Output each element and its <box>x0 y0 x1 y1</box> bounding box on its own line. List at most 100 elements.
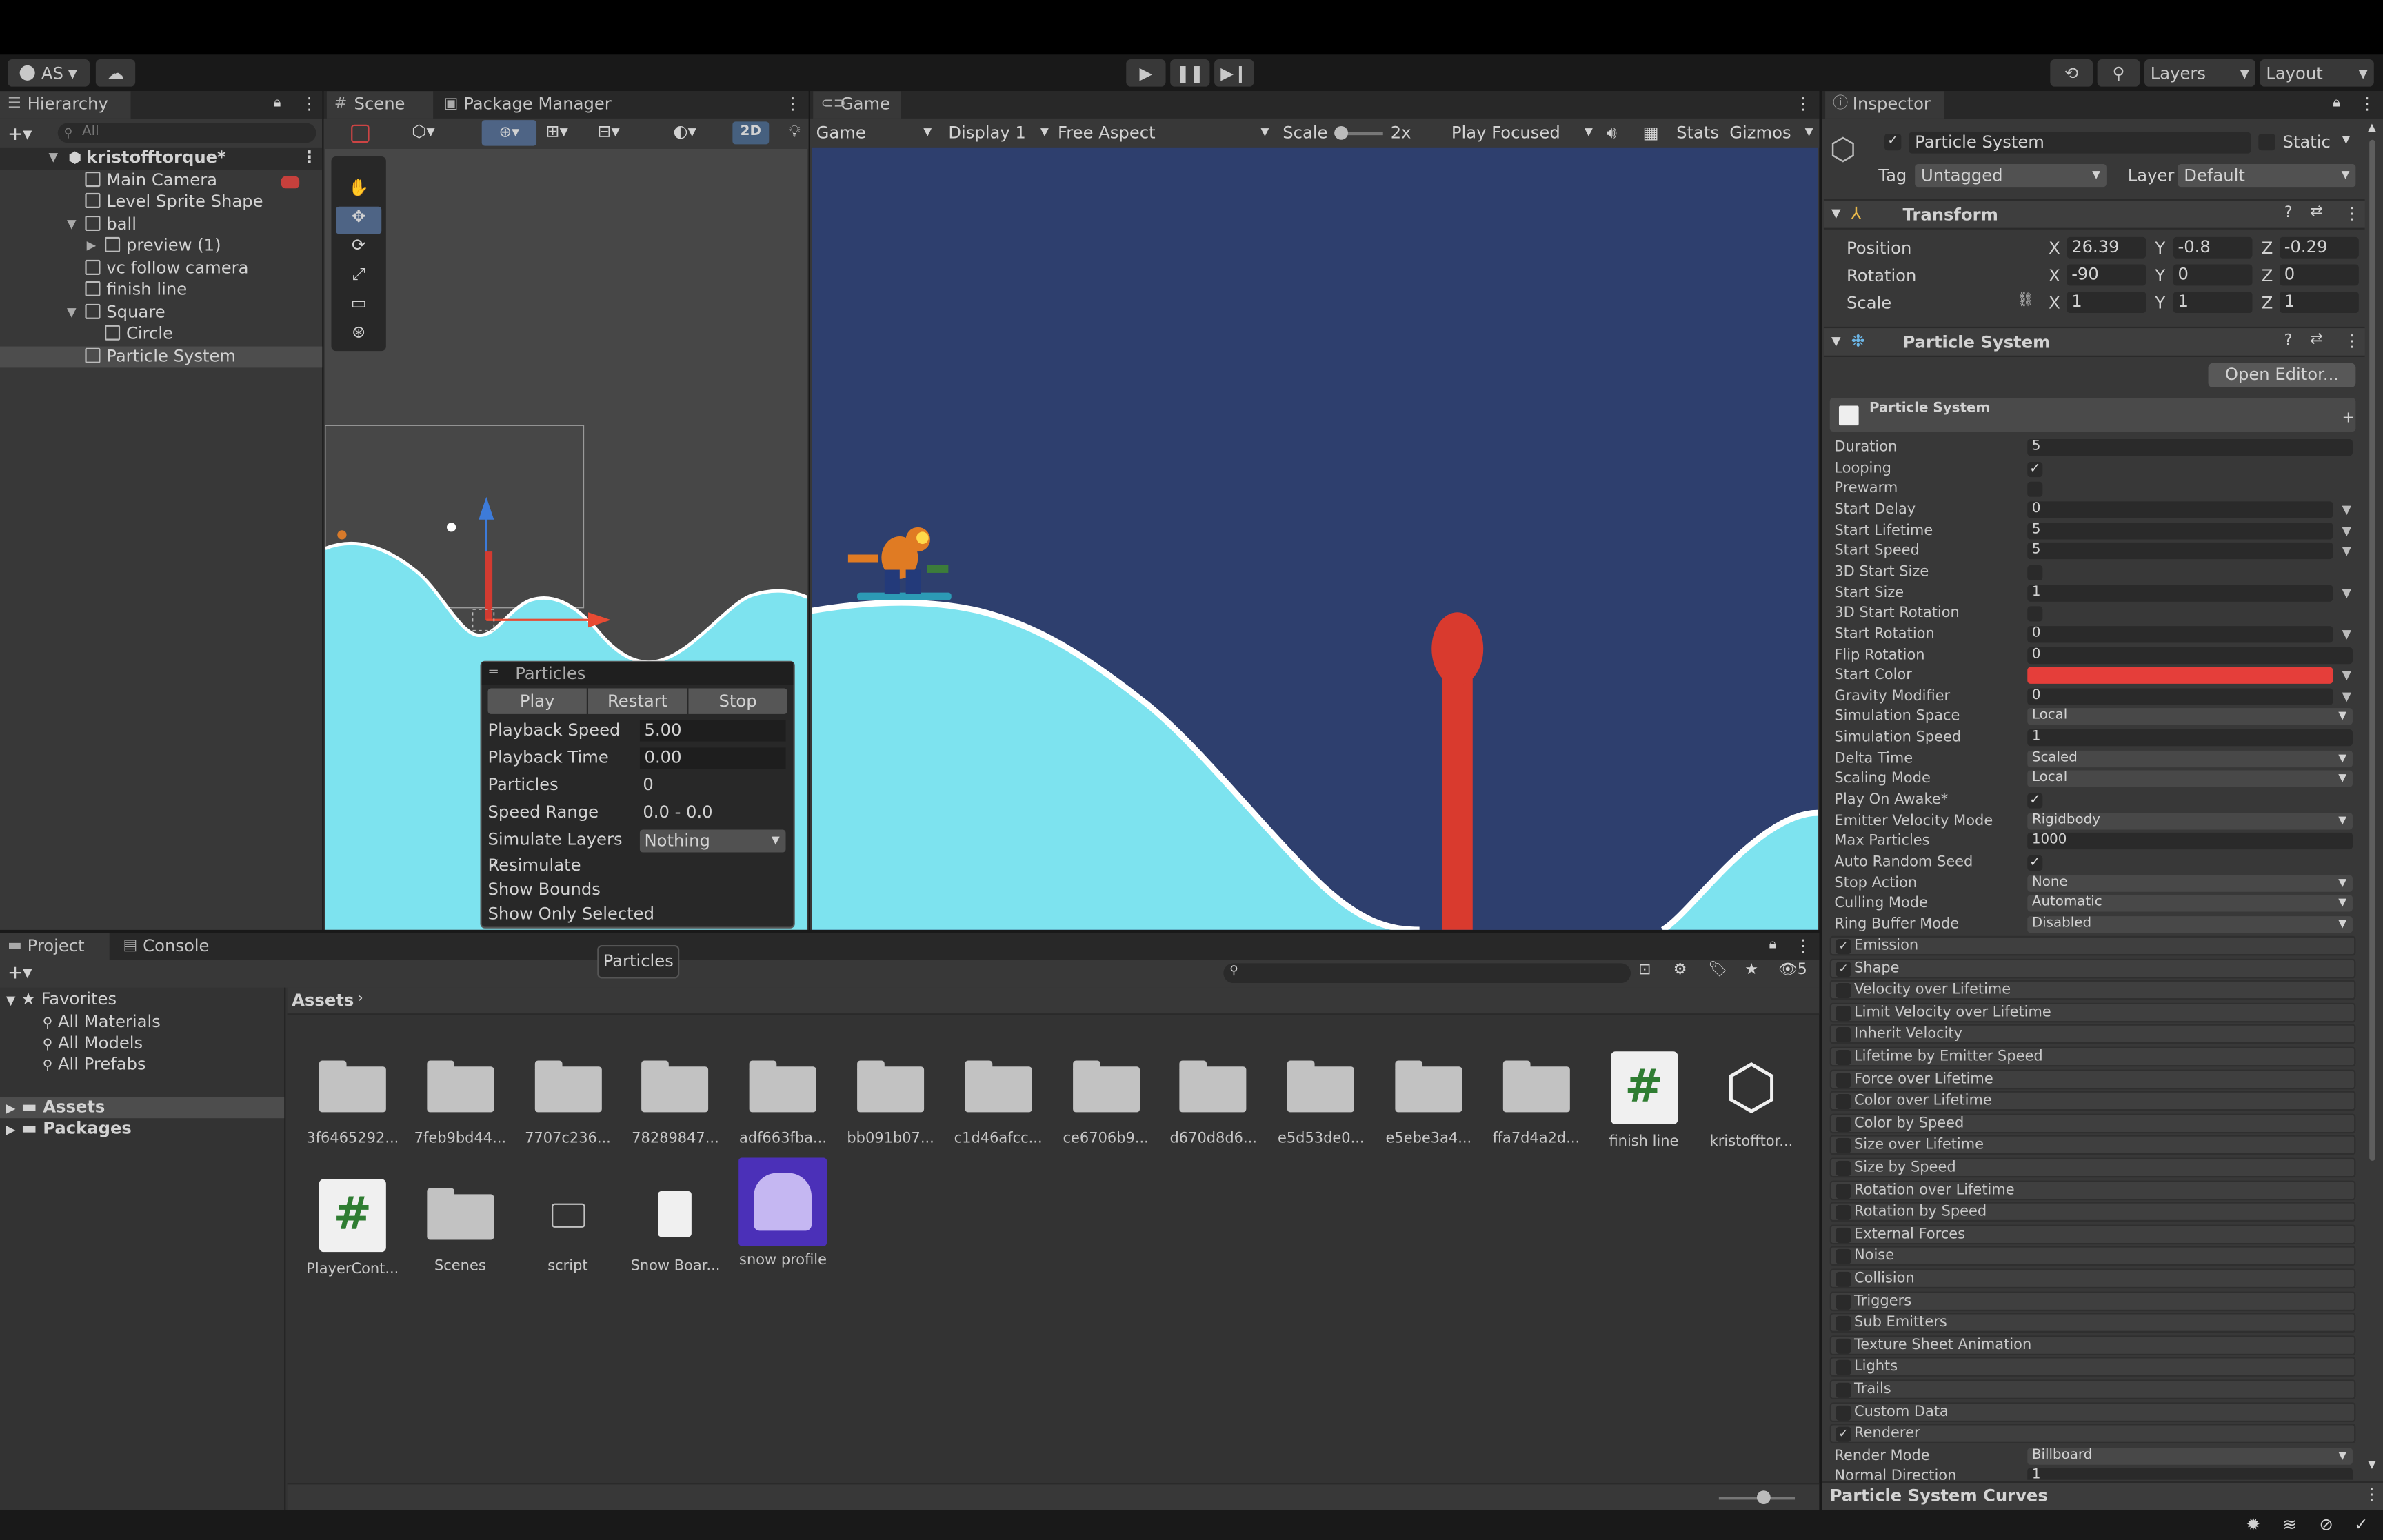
play-button[interactable]: ▶ <box>1126 59 1166 87</box>
prop-field[interactable]: 5 <box>2027 438 2353 456</box>
scale-x-field[interactable]: 1 <box>2067 292 2146 314</box>
star-icon[interactable]: ★ <box>1744 962 1758 978</box>
ps-module-collision[interactable]: Collision <box>1829 1268 2356 1289</box>
chevron-down-icon[interactable]: ▼ <box>2342 625 2352 645</box>
module-checkbox[interactable] <box>1836 1360 1851 1376</box>
ps-main-module-header[interactable]: Particle System + <box>1829 398 2356 432</box>
aspect-dropdown[interactable]: Free Aspect ▼ <box>1058 119 1269 148</box>
hierarchy-item-particle-system[interactable]: Particle System <box>0 345 323 368</box>
ps-module-texture-sheet-animation[interactable]: Texture Sheet Animation <box>1829 1335 2356 1355</box>
fold-icon[interactable]: ▼ <box>1831 334 1841 348</box>
prop-dropdown[interactable]: None ▼ <box>2027 874 2353 892</box>
prop-dropdown[interactable]: Scaled ▼ <box>2027 750 2353 767</box>
asset-item[interactable]: 3f6465292... <box>303 1060 403 1147</box>
more-icon[interactable]: ⋮ <box>2359 94 2375 114</box>
open-editor-button[interactable]: Open Editor... <box>2208 363 2356 388</box>
more-icon[interactable]: ⋮ <box>1795 936 1811 956</box>
layout-dropdown[interactable]: Layout ▼ <box>2260 59 2374 87</box>
prop-checkbox[interactable] <box>2027 482 2043 498</box>
simulate-layers-dropdown[interactable]: Nothing ▼ <box>639 829 786 853</box>
grid-snap-icon[interactable]: ⊞▾ <box>545 121 568 141</box>
cache-server-icon[interactable]: ≋ <box>2283 1514 2297 1534</box>
module-checkbox[interactable]: ✓ <box>1836 1427 1851 1443</box>
ps-module-triggers[interactable]: Triggers <box>1829 1290 2356 1311</box>
layers-dropdown[interactable]: Layers ▼ <box>2144 59 2255 87</box>
chevron-down-icon[interactable]: ▼ <box>2342 134 2351 146</box>
particle-system-header[interactable]: ▼ ❉ Particle System ? ⇄ ⋮ <box>1823 326 2365 357</box>
lock-icon[interactable]: 🔒︎ <box>1769 938 1777 953</box>
scroll-up-icon[interactable]: ▲ <box>2368 121 2376 134</box>
asset-item[interactable]: ce6706b9... <box>1056 1060 1156 1147</box>
mute-audio-icon[interactable]: 🔊︎ <box>1607 119 1617 148</box>
ps-module-rotation-by-speed[interactable]: Rotation by Speed <box>1829 1202 2356 1222</box>
hierarchy-search-input[interactable]: ⚲ All <box>57 123 316 143</box>
more-icon[interactable]: ⋮ <box>2363 1484 2380 1504</box>
more-icon[interactable]: ⋮ <box>1795 94 1811 114</box>
play-particles-button[interactable]: Play <box>487 688 587 714</box>
prop-field[interactable]: 1 <box>2027 729 2353 747</box>
transform-tool-icon[interactable]: ⊛ <box>336 322 381 349</box>
project-search-input[interactable]: ⚲ <box>1223 963 1631 984</box>
progress-icon[interactable]: ⊘ <box>2319 1514 2333 1534</box>
zoom-slider[interactable] <box>1718 1490 1796 1505</box>
tag-dropdown[interactable]: Untagged ▼ <box>1915 164 2107 188</box>
asset-item[interactable]: 78289847... <box>625 1060 725 1147</box>
gizmo-x-arrow[interactable] <box>587 612 612 628</box>
hand-tool-icon[interactable]: ✋ <box>336 178 381 205</box>
ps-module-sub-emitters[interactable]: Sub Emitters <box>1829 1313 2356 1333</box>
module-checkbox[interactable] <box>1836 983 1851 999</box>
ps-module-emission[interactable]: ✓ Emission <box>1829 935 2356 956</box>
account-button[interactable]: AS ▼ <box>8 59 90 87</box>
chevron-down-icon[interactable]: ▼ <box>2342 500 2352 520</box>
prop-field[interactable]: 0 <box>2027 688 2333 705</box>
start-color-swatch[interactable] <box>2027 667 2333 685</box>
search-button[interactable]: ⚲ <box>2097 59 2140 87</box>
rotation-z-field[interactable]: 0 <box>2280 264 2359 286</box>
module-checkbox[interactable] <box>1836 1404 1851 1420</box>
fold-right-icon[interactable]: ▶ <box>6 1102 16 1115</box>
asset-item[interactable]: c1d46afcc... <box>948 1060 1048 1147</box>
asset-item[interactable]: d670d8d6... <box>1163 1060 1263 1147</box>
ps-module-external-forces[interactable]: External Forces <box>1829 1224 2356 1244</box>
prop-dropdown[interactable]: Rigidbody ▼ <box>2027 812 2353 829</box>
prop-checkbox[interactable] <box>2027 606 2043 622</box>
asset-item[interactable]: adf663fba... <box>733 1060 833 1147</box>
toggle-2d-button[interactable]: 2D <box>732 121 770 145</box>
scale-z-field[interactable]: 1 <box>2280 292 2359 314</box>
module-checkbox[interactable] <box>1836 1271 1851 1287</box>
asset-item[interactable]: snow profile <box>733 1157 833 1268</box>
scale-tool-icon[interactable]: ⤢ <box>336 265 381 292</box>
hierarchy-item-square[interactable]: ▼ Square <box>0 302 322 324</box>
scroll-thumb[interactable] <box>2369 139 2376 1161</box>
module-checkbox[interactable] <box>1836 1227 1851 1243</box>
scene-row[interactable]: ▼ ⬢ kristofftorque* ⋮ <box>0 147 323 170</box>
rect-tool-icon[interactable]: ▭ <box>336 293 381 321</box>
debug-icon[interactable]: ✹ <box>2246 1514 2260 1534</box>
help-icon[interactable]: ? <box>2284 205 2293 222</box>
module-checkbox[interactable] <box>1836 1316 1851 1332</box>
ps-module-color-by-speed[interactable]: Color by Speed <box>1829 1113 2356 1133</box>
constrain-proportions-icon[interactable]: ⛓ <box>2017 293 2034 308</box>
asset-item[interactable]: Scenes <box>410 1188 510 1275</box>
more-icon[interactable]: ⋮ <box>301 94 317 114</box>
prop-checkbox[interactable] <box>2027 565 2043 580</box>
fold-icon[interactable]: ▼ <box>6 993 16 1007</box>
rotation-x-field[interactable]: -90 <box>2067 264 2146 286</box>
ps-module-shape[interactable]: ✓ Shape <box>1829 958 2356 978</box>
module-checkbox[interactable] <box>1836 1183 1851 1199</box>
module-checkbox[interactable] <box>1836 1249 1851 1265</box>
chevron-down-icon[interactable]: ▼ <box>2342 582 2352 603</box>
stats-button[interactable]: Stats <box>1676 119 1719 148</box>
search-by-label-icon[interactable]: ⚙ <box>1673 962 1687 978</box>
preset-icon[interactable]: ⇄ <box>2310 331 2322 347</box>
module-checkbox[interactable] <box>1836 1160 1851 1176</box>
prop-field[interactable]: 0 <box>2027 625 2333 642</box>
favorite-item[interactable]: ⚲ All Materials <box>43 1012 161 1032</box>
ps-module-rotation-over-lifetime[interactable]: Rotation over Lifetime <box>1829 1179 2356 1200</box>
asset-item[interactable]: 7feb9bd44... <box>410 1060 510 1147</box>
asset-item[interactable]: e5d53de0... <box>1271 1060 1371 1147</box>
ps-curves-bar[interactable]: Particle System Curves ⋮ <box>1822 1481 2383 1510</box>
more-icon[interactable]: ⋮ <box>301 148 317 170</box>
favorite-item[interactable]: ⚲ All Models <box>43 1033 143 1053</box>
check-circle-icon[interactable]: ✓ <box>2354 1514 2368 1534</box>
